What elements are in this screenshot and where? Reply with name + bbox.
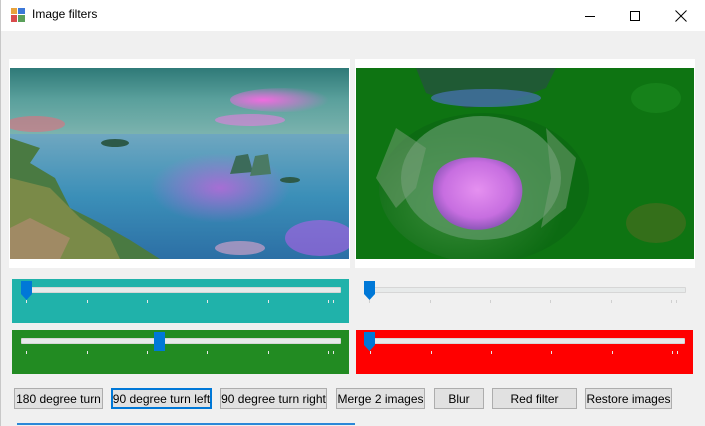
slider-top-left-track[interactable] <box>21 287 341 293</box>
slider-bottom-left-thumb[interactable] <box>154 332 165 351</box>
slider-top-right-panel <box>358 279 693 323</box>
cave-image <box>356 68 694 259</box>
maximize-button[interactable] <box>612 0 658 31</box>
slider-bottom-right-panel <box>356 330 693 374</box>
slider-top-left-thumb[interactable] <box>21 281 32 300</box>
left-image-box <box>9 59 350 268</box>
maximize-icon <box>630 10 640 21</box>
slider-bottom-right-track[interactable] <box>365 338 685 344</box>
merge-images-button[interactable]: Merge 2 images <box>336 388 425 409</box>
window-title: Image filters <box>32 7 98 21</box>
red-filter-button[interactable]: Red filter <box>492 388 577 409</box>
focus-indicator <box>17 423 355 425</box>
app-window: Image filters 180 degree turn 90 degree … <box>0 0 705 426</box>
right-image-box <box>355 59 695 268</box>
seascape-image <box>10 68 349 259</box>
title-bar[interactable]: Image filters <box>1 0 705 31</box>
close-button[interactable] <box>658 0 704 31</box>
rotate-90-left-button[interactable]: 90 degree turn left <box>111 388 212 409</box>
app-icon <box>10 7 26 23</box>
rotate-180-button[interactable]: 180 degree turn <box>14 388 103 409</box>
slider-top-right-thumb[interactable] <box>364 281 375 300</box>
slider-bottom-left-panel <box>12 330 349 374</box>
slider-top-right-track[interactable] <box>366 287 686 293</box>
slider-bottom-left-track[interactable] <box>21 338 341 344</box>
blur-button[interactable]: Blur <box>434 388 484 409</box>
restore-images-button[interactable]: Restore images <box>585 388 672 409</box>
close-icon <box>675 9 687 22</box>
slider-top-left-panel <box>12 279 349 323</box>
minimize-icon <box>585 15 595 17</box>
rotate-90-right-button[interactable]: 90 degree turn right <box>220 388 327 409</box>
minimize-button[interactable] <box>567 0 613 31</box>
slider-bottom-right-thumb[interactable] <box>364 332 375 351</box>
